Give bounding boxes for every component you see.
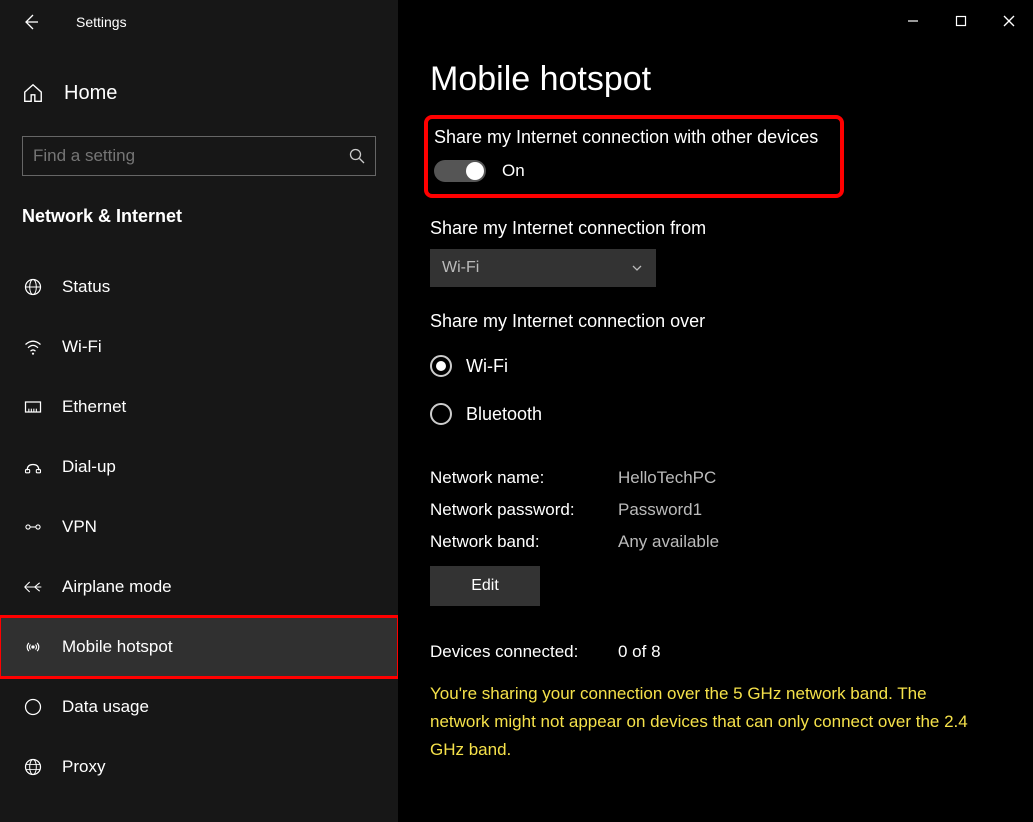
category-title: Network & Internet	[0, 206, 398, 227]
devices-connected-key: Devices connected:	[430, 642, 618, 662]
window-title: Settings	[76, 14, 127, 30]
toggle-knob	[466, 162, 484, 180]
sidebar-item-label: Wi-Fi	[62, 337, 102, 357]
radio-bluetooth[interactable]	[430, 403, 452, 425]
radio-wifi[interactable]	[430, 355, 452, 377]
globe-icon	[22, 277, 44, 297]
close-button[interactable]	[985, 6, 1033, 36]
sidebar-item-ethernet[interactable]: Ethernet	[0, 377, 398, 437]
sidebar-item-datausage[interactable]: Data usage	[0, 677, 398, 737]
sidebar-item-label: Dial-up	[62, 457, 116, 477]
network-info: Network name: HelloTechPC Network passwo…	[430, 462, 1033, 606]
share-toggle-highlight: Share my Internet connection with other …	[424, 115, 844, 198]
devices-connected-row: Devices connected: 0 of 8	[430, 642, 1033, 662]
back-button[interactable]	[18, 9, 44, 35]
page-title: Mobile hotspot	[430, 60, 1033, 99]
sidebar-item-label: Mobile hotspot	[62, 637, 173, 657]
toggle-row: On	[434, 160, 828, 182]
search-input[interactable]	[33, 146, 335, 166]
search-container	[0, 136, 398, 176]
devices-connected-value: 0 of 8	[618, 642, 661, 662]
share-label: Share my Internet connection with other …	[434, 127, 828, 148]
network-password-key: Network password:	[430, 494, 618, 526]
vpn-icon	[22, 517, 44, 537]
radio-wifi-row[interactable]: Wi-Fi	[430, 342, 1033, 390]
share-toggle[interactable]	[434, 160, 486, 182]
sidebar-item-proxy[interactable]: Proxy	[0, 737, 398, 797]
sidebar-item-label: Airplane mode	[62, 577, 172, 597]
sidebar: Settings Home Network & Internet Stat	[0, 0, 398, 822]
proxy-icon	[22, 757, 44, 777]
sidebar-item-label: Data usage	[62, 697, 149, 717]
wifi-icon	[22, 337, 44, 357]
network-band-key: Network band:	[430, 526, 618, 558]
dialup-icon	[22, 457, 44, 477]
chevron-down-icon	[630, 261, 644, 275]
search-icon	[349, 148, 365, 164]
radio-wifi-label: Wi-Fi	[466, 356, 508, 377]
titlebar: Settings	[0, 0, 398, 44]
home-label: Home	[64, 82, 117, 105]
edit-button[interactable]: Edit	[430, 566, 540, 606]
minimize-button[interactable]	[889, 6, 937, 36]
sidebar-item-hotspot[interactable]: Mobile hotspot	[0, 617, 398, 677]
band-warning: You're sharing your connection over the …	[430, 680, 990, 764]
radio-bluetooth-label: Bluetooth	[466, 404, 542, 425]
window-controls	[889, 6, 1033, 36]
sidebar-item-vpn[interactable]: VPN	[0, 497, 398, 557]
search-box[interactable]	[22, 136, 376, 176]
hotspot-icon	[22, 637, 44, 657]
network-name-value: HelloTechPC	[618, 462, 716, 494]
radio-bluetooth-row[interactable]: Bluetooth	[430, 390, 1033, 438]
share-from-label: Share my Internet connection from	[430, 218, 1033, 239]
settings-window: Settings Home Network & Internet Stat	[0, 0, 1033, 822]
toggle-state-text: On	[502, 161, 525, 181]
share-from-value: Wi-Fi	[442, 259, 479, 277]
share-over-label: Share my Internet connection over	[430, 311, 1033, 332]
sidebar-item-status[interactable]: Status	[0, 257, 398, 317]
network-password-row: Network password: Password1	[430, 494, 1033, 526]
network-band-value: Any available	[618, 526, 719, 558]
ethernet-icon	[22, 397, 44, 417]
main-content: Mobile hotspot Share my Internet connect…	[398, 0, 1033, 822]
network-name-key: Network name:	[430, 462, 618, 494]
home-nav[interactable]: Home	[0, 68, 398, 118]
airplane-icon	[22, 577, 44, 597]
sidebar-item-label: Status	[62, 277, 110, 297]
sidebar-item-label: Ethernet	[62, 397, 126, 417]
sidebar-item-airplane[interactable]: Airplane mode	[0, 557, 398, 617]
datausage-icon	[22, 697, 44, 717]
maximize-button[interactable]	[937, 6, 985, 36]
network-name-row: Network name: HelloTechPC	[430, 462, 1033, 494]
network-password-value: Password1	[618, 494, 702, 526]
network-band-row: Network band: Any available	[430, 526, 1033, 558]
share-from-select[interactable]: Wi-Fi	[430, 249, 656, 287]
sidebar-item-label: Proxy	[62, 757, 105, 777]
sidebar-item-wifi[interactable]: Wi-Fi	[0, 317, 398, 377]
sidebar-item-label: VPN	[62, 517, 97, 537]
sidebar-item-dialup[interactable]: Dial-up	[0, 437, 398, 497]
nav-list: Status Wi-Fi Ethernet Dial-up	[0, 257, 398, 797]
home-icon	[22, 82, 44, 104]
